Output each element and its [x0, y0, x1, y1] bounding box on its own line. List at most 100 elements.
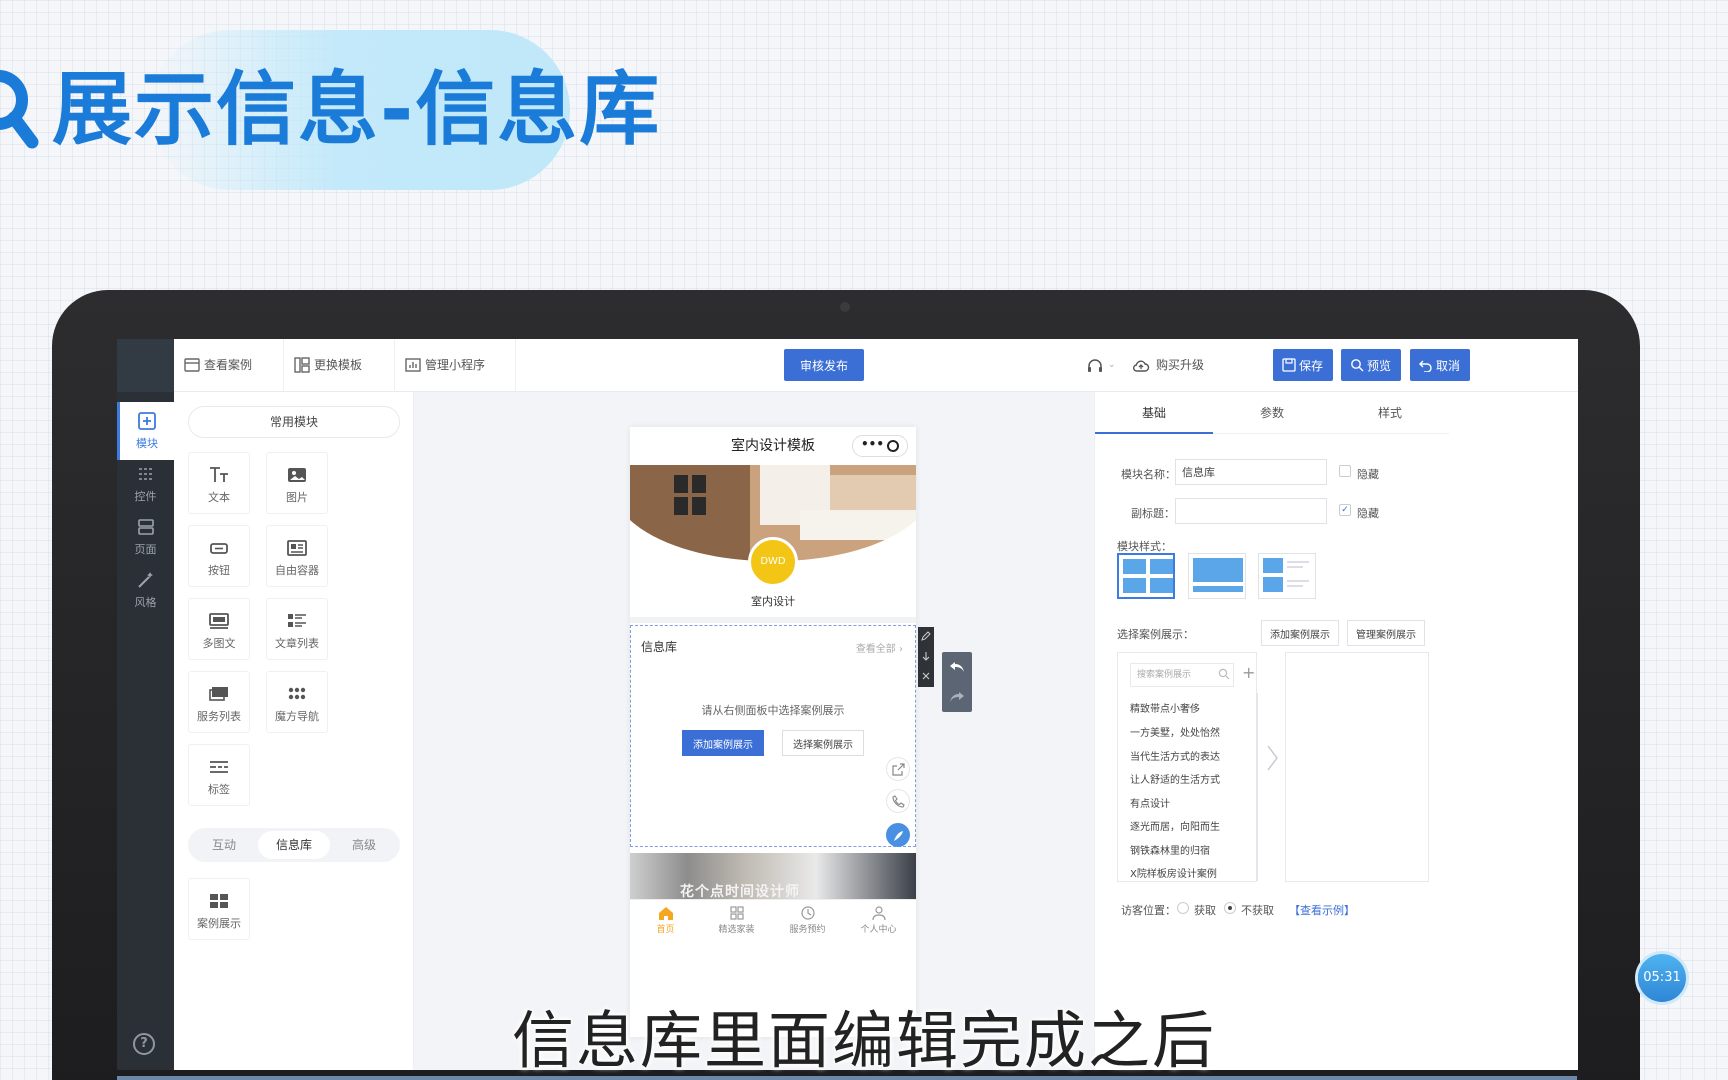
tab-basic[interactable]: 基础 — [1095, 392, 1213, 434]
add-case-display-button[interactable]: 添加案例展示 — [1261, 620, 1339, 646]
module-article-list[interactable]: 文章列表 — [266, 598, 328, 660]
empty-hint: 请从右侧面板中选择案例展示 — [701, 704, 845, 717]
list-scrollbar[interactable] — [1256, 693, 1258, 881]
user-icon — [871, 906, 886, 921]
tab-advanced[interactable]: 高级 — [328, 831, 400, 859]
case-photo: 花个点时间设计师 — [630, 853, 916, 903]
delete-icon[interactable] — [921, 671, 931, 681]
grid-icon — [729, 906, 744, 920]
module-grid-nav[interactable]: 魔方导航 — [266, 671, 328, 733]
tab-style[interactable]: 样式 — [1331, 392, 1449, 434]
add-icon[interactable]: + — [1242, 663, 1255, 682]
visitor-get-label: 获取 — [1194, 904, 1216, 917]
visitor-noget-radio[interactable] — [1224, 902, 1236, 914]
tab-params[interactable]: 参数 — [1213, 392, 1331, 434]
timer-badge[interactable]: 05:31 — [1638, 954, 1686, 1002]
search-icon[interactable] — [1218, 668, 1230, 680]
phone-tab-profile[interactable]: 个人中心 — [843, 900, 914, 940]
module-service-list[interactable]: 服务列表 — [188, 671, 250, 733]
chevron-down-icon[interactable]: ⌄ — [1108, 339, 1116, 392]
select-case-button[interactable]: 选择案例展示 — [782, 730, 864, 756]
rail-item-pages[interactable]: 页面 — [117, 508, 174, 566]
phone-tab-home[interactable]: 首页 — [630, 900, 701, 940]
case-icon — [184, 358, 200, 372]
tab-info-library[interactable]: 信息库 — [258, 831, 330, 859]
module-name-input[interactable] — [1175, 459, 1327, 485]
phone-call-button[interactable] — [886, 789, 910, 813]
visitor-get-radio[interactable] — [1177, 902, 1189, 914]
monitor-frame: 模块 控件 页面 风格 ? 查看案例 更换模板 管理小程序 审核发布 ⌄ 购买升… — [52, 290, 1640, 1080]
publish-button[interactable]: 审核发布 — [784, 349, 864, 381]
magic-wand-icon — [137, 572, 153, 588]
module-container[interactable]: 自由容器 — [266, 525, 328, 587]
support-button[interactable] — [886, 823, 910, 847]
rail-item-controls[interactable]: 控件 — [117, 455, 174, 513]
hide-subtitle-label: 隐藏 — [1357, 507, 1379, 520]
grid-nav-icon — [288, 687, 306, 700]
case-list-box: 搜索案例展示 + 精致带点小奢侈 一方美墅，处处怡然 当代生活方式的表达 让人舒… — [1117, 652, 1258, 882]
subtitle-input[interactable] — [1175, 498, 1327, 524]
list-item[interactable]: 让人舒适的生活方式 — [1130, 771, 1220, 786]
more-icon: ••• — [861, 437, 885, 451]
service-list-icon — [209, 687, 228, 701]
module-button[interactable]: 按钮 — [188, 525, 250, 587]
container-icon — [287, 540, 307, 556]
preview-button[interactable]: 预览 — [1341, 349, 1401, 381]
buy-upgrade-link[interactable]: 购买升级 — [1156, 339, 1204, 392]
save-button[interactable]: 保存 — [1273, 349, 1333, 381]
list-item[interactable]: 钢铁森林里的归宿 — [1130, 842, 1210, 857]
phone-preview: 室内设计模板 ••• DWD 室内设计 信息库 查看全部 › 请从右侧面板中选择… — [630, 427, 916, 1037]
tab-interaction[interactable]: 互动 — [188, 831, 260, 859]
undo-icon[interactable] — [949, 660, 965, 674]
divider — [630, 617, 916, 623]
view-example-link[interactable]: 【查看示例】 — [1289, 902, 1355, 918]
manage-miniprogram-button[interactable]: 管理小程序 — [395, 339, 516, 392]
list-item[interactable]: 当代生活方式的表达 — [1130, 748, 1220, 763]
common-modules-header[interactable]: 常用模块 — [188, 406, 400, 438]
view-all-link[interactable]: 查看全部 › — [856, 640, 903, 655]
share-icon — [892, 763, 905, 776]
change-template-button[interactable]: 更换模板 — [284, 339, 395, 392]
chevron-right-icon[interactable] — [1265, 744, 1279, 772]
close-circle-icon — [887, 440, 899, 452]
list-item[interactable]: 精致带点小奢侈 — [1130, 700, 1200, 715]
cancel-button[interactable]: 取消 — [1410, 349, 1470, 381]
undo-redo-panel — [942, 652, 972, 712]
list-item[interactable]: X院样板房设计案例 — [1130, 865, 1217, 880]
top-toolbar: 查看案例 更换模板 管理小程序 审核发布 ⌄ 购买升级 保存 预览 取消 — [174, 339, 1578, 392]
case-grid-icon — [210, 894, 228, 908]
info-library-module[interactable]: 信息库 查看全部 › 请从右侧面板中选择案例展示 添加案例展示 选择案例展示 — [630, 625, 916, 847]
list-item[interactable]: 有点设计 — [1130, 795, 1170, 810]
redo-icon[interactable] — [949, 690, 965, 704]
cloud-upgrade-icon — [1133, 360, 1150, 372]
edit-icon[interactable] — [921, 631, 931, 641]
rail-item-style[interactable]: 风格 — [117, 561, 174, 619]
selected-case-box — [1285, 652, 1429, 882]
subtitle-label: 副标题： — [1131, 507, 1175, 520]
hide-name-checkbox[interactable] — [1339, 465, 1351, 477]
list-item[interactable]: 逐光而居，向阳而生 — [1130, 818, 1220, 833]
module-multi-image[interactable]: 多图文 — [188, 598, 250, 660]
phone-tab-featured[interactable]: 精选家装 — [701, 900, 772, 940]
list-item[interactable]: 一方美墅，处处怡然 — [1130, 724, 1220, 739]
home-icon — [658, 907, 673, 920]
share-button[interactable] — [886, 757, 910, 781]
move-down-icon[interactable] — [921, 651, 931, 661]
style-option-grid[interactable] — [1117, 553, 1175, 599]
add-case-button[interactable]: 添加案例展示 — [682, 730, 764, 756]
hide-subtitle-checkbox[interactable]: ✓ — [1339, 504, 1351, 516]
module-case-display[interactable]: 案例展示 — [188, 878, 250, 940]
module-tag[interactable]: 标签 — [188, 744, 250, 806]
style-option-wide[interactable] — [1188, 553, 1246, 599]
style-wide-icon — [1193, 558, 1243, 592]
module-text[interactable]: 文本 — [188, 452, 250, 514]
style-option-list[interactable] — [1258, 553, 1316, 599]
manage-case-display-button[interactable]: 管理案例展示 — [1347, 620, 1425, 646]
headset-icon[interactable] — [1086, 357, 1104, 375]
view-case-button[interactable]: 查看案例 — [174, 339, 284, 392]
rail-item-modules[interactable]: 模块 — [117, 402, 174, 460]
phone-tab-booking[interactable]: 服务预约 — [772, 900, 843, 940]
module-image[interactable]: 图片 — [266, 452, 328, 514]
search-icon — [1351, 359, 1364, 372]
properties-panel: 基础 参数 样式 模块名称： 隐藏 副标题： ✓ 隐藏 模块样式： 选择案例展示… — [1094, 392, 1449, 1070]
